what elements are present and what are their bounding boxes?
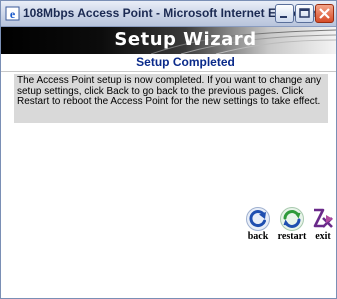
completion-message: The Access Point setup is now completed.… — [17, 75, 322, 107]
svg-text:e: e — [10, 7, 16, 21]
close-icon — [319, 8, 330, 19]
exit-label: exit — [315, 231, 331, 242]
restart-arrows-icon — [280, 207, 304, 231]
exit-icon — [313, 208, 333, 228]
restart-button[interactable]: restart — [275, 206, 309, 242]
window-title: 108Mbps Access Point - Microsoft Interne… — [23, 6, 317, 20]
back-label: back — [247, 231, 269, 242]
setup-wizard-banner: Setup Wizard — [1, 27, 336, 54]
message-box: The Access Point setup is now completed.… — [14, 74, 328, 123]
banner-title: Setup Wizard — [114, 29, 257, 50]
back-button[interactable]: back — [243, 206, 273, 242]
minimize-button[interactable] — [275, 4, 294, 23]
maximize-icon — [299, 8, 310, 18]
exit-button[interactable]: exit — [308, 206, 336, 242]
title-bar: e 108Mbps Access Point - Microsoft Inter… — [1, 1, 336, 27]
page-subtitle: Setup Completed — [136, 55, 235, 69]
close-button[interactable] — [315, 4, 334, 23]
maximize-button[interactable] — [295, 4, 314, 23]
browser-window: e 108Mbps Access Point - Microsoft Inter… — [0, 0, 337, 299]
restart-label: restart — [277, 231, 307, 242]
divider — [1, 71, 336, 72]
minimize-icon — [280, 16, 287, 18]
ie-page-icon: e — [5, 6, 20, 21]
back-arrow-icon — [246, 207, 270, 231]
